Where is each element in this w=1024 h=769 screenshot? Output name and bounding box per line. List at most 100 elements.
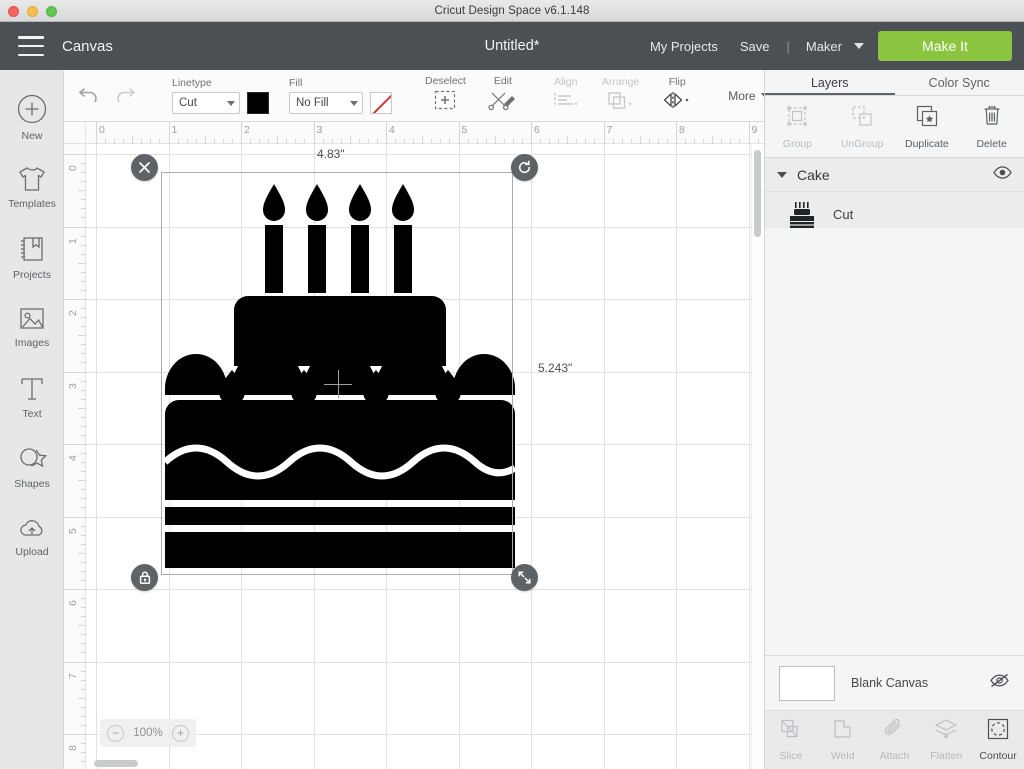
zoom-level-label: 100% <box>133 727 163 739</box>
design-canvas[interactable]: 4.83" 5.243" 0 1 2 3 4 5 6 7 8 9 0 1 2 3… <box>64 122 764 769</box>
sidebar-item-new[interactable]: New <box>0 82 64 152</box>
sidebar-item-label: Images <box>14 337 50 349</box>
sidebar-item-label: Projects <box>13 269 51 281</box>
ungroup-button[interactable]: UnGroup <box>830 96 895 157</box>
contour-icon <box>986 718 1010 745</box>
operation-label: Delete <box>976 137 1007 150</box>
paperclip-icon <box>883 718 905 745</box>
vertical-scrollbar-thumb[interactable] <box>754 150 761 237</box>
layer-operations: Group UnGroup Duplicate Delete <box>765 96 1024 158</box>
operation-label: Weld <box>830 750 855 762</box>
sidebar-item-upload[interactable]: Upload <box>0 502 64 572</box>
sidebar-item-images[interactable]: Images <box>0 292 64 362</box>
flip-horizontal-icon <box>661 90 693 115</box>
redo-arrow-icon[interactable] <box>114 84 136 107</box>
attach-button[interactable]: Attach <box>869 711 921 769</box>
maximize-window-button[interactable] <box>46 6 57 17</box>
panel-tabs: Layers Color Sync <box>765 70 1024 96</box>
vertical-scrollbar-track[interactable] <box>751 144 764 769</box>
canvas-color-chip[interactable] <box>779 665 835 701</box>
tab-color-sync[interactable]: Color Sync <box>895 70 1024 95</box>
blank-canvas-label: Blank Canvas <box>851 676 929 690</box>
ruler-h-label: 4 <box>389 124 395 136</box>
sidebar-item-shapes[interactable]: Shapes <box>0 432 64 502</box>
slice-button[interactable]: Slice <box>765 711 817 769</box>
contour-button[interactable]: Contour <box>972 711 1024 769</box>
minimize-window-button[interactable] <box>27 6 38 17</box>
ungroup-icon <box>850 104 874 133</box>
weld-button[interactable]: Weld <box>817 711 869 769</box>
undo-arrow-icon[interactable] <box>78 84 100 107</box>
linetype-select[interactable]: Cut <box>172 92 240 114</box>
flip-button[interactable]: Flip <box>650 70 704 122</box>
more-label: More <box>728 88 756 103</box>
arrange-button[interactable]: Arrange <box>591 70 650 122</box>
plus-circle-icon <box>15 92 49 126</box>
linetype-value: Cut <box>179 97 197 109</box>
sidebar-item-text[interactable]: Text <box>0 362 64 432</box>
zoom-out-button[interactable]: − <box>107 724 124 742</box>
sidebar-item-label: Shapes <box>14 478 50 490</box>
sidebar-item-label: Templates <box>8 198 56 210</box>
linetype-color-swatch[interactable] <box>247 92 269 114</box>
lock-aspect-handle[interactable] <box>131 564 158 591</box>
eye-off-icon[interactable] <box>989 673 1010 693</box>
operation-label: Duplicate <box>904 137 949 150</box>
my-projects-link[interactable]: My Projects <box>639 39 729 54</box>
vertical-ruler: 0 1 2 3 4 5 6 7 8 <box>64 144 86 769</box>
edit-button[interactable]: Edit <box>477 70 529 122</box>
edit-label: Edit <box>493 75 512 87</box>
chevron-down-icon[interactable] <box>854 43 864 49</box>
align-left-icon <box>552 90 580 115</box>
ruler-h-label: 0 <box>99 124 105 136</box>
hamburger-icon[interactable] <box>18 36 44 56</box>
layer-group-row[interactable]: Cake <box>765 158 1024 192</box>
tab-layers[interactable]: Layers <box>765 70 895 95</box>
no-fill-slash-icon[interactable] <box>370 92 392 114</box>
edit-toolbar: Linetype Cut Fill No Fill Deselect Edit … <box>64 70 769 122</box>
ruler-h-label: 2 <box>244 124 250 136</box>
right-panel: Layers Color Sync Group UnGroup Duplicat… <box>764 70 1024 769</box>
ruler-v-label: 5 <box>67 527 79 534</box>
horizontal-scrollbar-thumb[interactable] <box>94 760 138 767</box>
width-dimension-label: 4.83" <box>317 147 345 161</box>
fill-value: No Fill <box>296 97 329 109</box>
eye-icon[interactable] <box>993 165 1012 184</box>
align-button[interactable]: Align <box>541 70 591 122</box>
operation-label: Slice <box>779 750 803 762</box>
shapes-icon <box>16 444 48 474</box>
triangle-down-icon[interactable] <box>777 171 787 178</box>
blank-canvas-row[interactable]: Blank Canvas <box>765 655 1024 711</box>
shape-operations: Slice Weld Attach Flatten Contour <box>765 711 1024 769</box>
ruler-v-label: 1 <box>67 237 79 244</box>
dashed-plus-icon <box>433 89 457 116</box>
sidebar-item-templates[interactable]: Templates <box>0 152 64 222</box>
left-sidebar: New Templates Projects Images Text Shape… <box>0 70 64 769</box>
machine-selector[interactable]: Maker <box>796 39 846 54</box>
canvas-label: Canvas <box>62 37 113 55</box>
undo-redo-group <box>64 84 150 107</box>
save-button[interactable]: Save <box>729 39 781 54</box>
rotate-handle[interactable] <box>511 154 538 181</box>
fill-group: Fill No Fill <box>279 70 402 122</box>
cake-thumbnail-icon <box>787 201 817 229</box>
deselect-label: Deselect <box>425 75 466 87</box>
sidebar-item-projects[interactable]: Projects <box>0 222 64 292</box>
resize-handle[interactable] <box>511 564 538 591</box>
fill-select[interactable]: No Fill <box>289 92 363 114</box>
window-titlebar: Cricut Design Space v6.1.148 <box>0 0 1024 22</box>
zoom-control: − 100% + <box>100 719 196 747</box>
make-it-button[interactable]: Make It <box>878 31 1012 61</box>
fill-label: Fill <box>289 77 303 89</box>
flatten-button[interactable]: Flatten <box>920 711 972 769</box>
delete-handle[interactable] <box>131 154 158 181</box>
delete-button[interactable]: Delete <box>959 96 1024 157</box>
deselect-button[interactable]: Deselect <box>414 70 477 122</box>
zoom-in-button[interactable]: + <box>171 724 189 742</box>
close-window-button[interactable] <box>8 6 19 17</box>
rotation-center-crosshair <box>324 370 352 398</box>
duplicate-button[interactable]: Duplicate <box>895 96 960 157</box>
group-button[interactable]: Group <box>765 96 830 157</box>
chevron-down-icon <box>350 100 358 106</box>
ruler-v-label: 8 <box>67 745 79 751</box>
